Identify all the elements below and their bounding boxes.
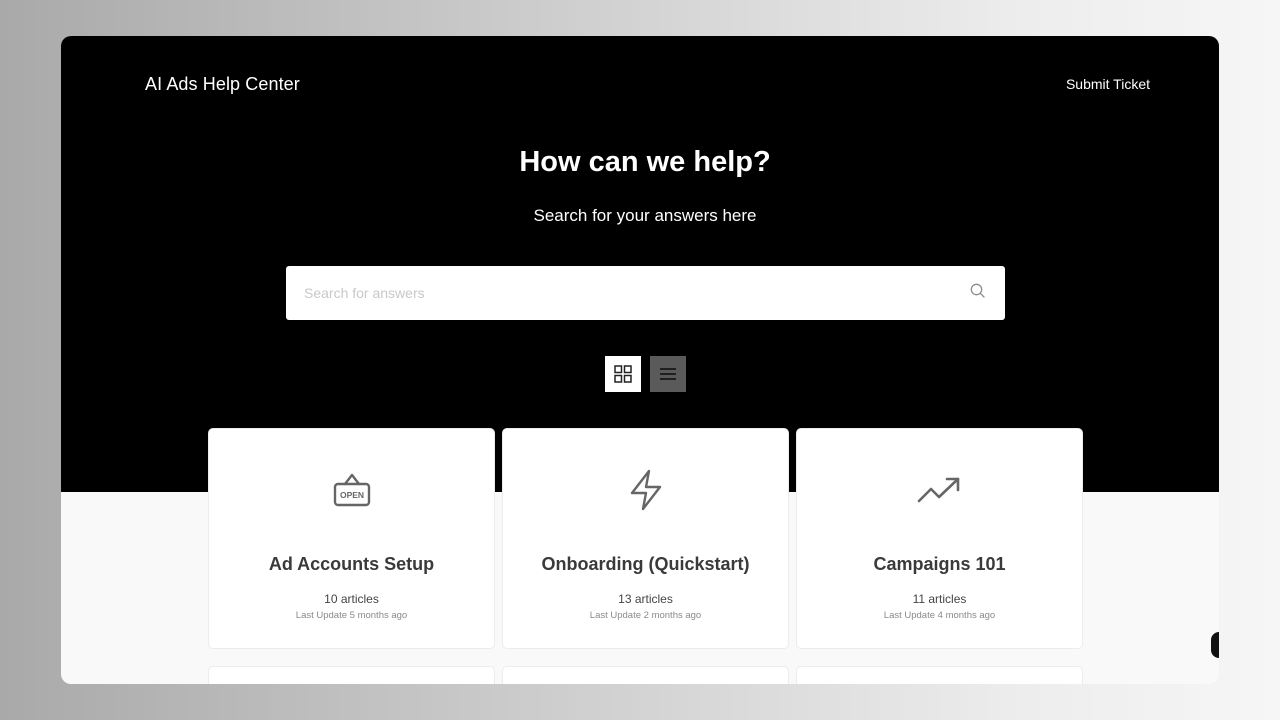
last-update: Last Update 5 months ago [295, 610, 408, 621]
lightning-bolt-icon [630, 469, 661, 511]
category-card-campaigns-101[interactable]: Campaigns 101 11 articles Last Update 4 … [797, 429, 1082, 648]
category-title: Campaigns 101 [873, 554, 1006, 574]
last-update: Last Update 4 months ago [883, 610, 996, 621]
category-card-onboarding[interactable]: Onboarding (Quickstart) 13 articles Last… [503, 429, 788, 648]
hero-title: How can we help? [519, 146, 771, 178]
category-card[interactable] [797, 667, 1082, 684]
list-view-icon [660, 368, 676, 380]
open-sign-icon: OPEN [333, 473, 370, 507]
chat-widget-button[interactable] [1211, 632, 1219, 658]
grid-view-icon [614, 365, 632, 383]
search-icon[interactable] [969, 282, 987, 300]
article-count: 11 articles [912, 592, 967, 606]
grid-view-button[interactable] [605, 356, 641, 392]
help-center-window: AI Ads Help Center Submit Ticket How can… [61, 36, 1219, 684]
article-count: 10 articles [324, 592, 379, 606]
list-view-button[interactable] [650, 356, 686, 392]
category-title: Ad Accounts Setup [268, 554, 435, 574]
last-update: Last Update 2 months ago [589, 610, 702, 621]
svg-text:OPEN: OPEN [339, 490, 363, 500]
hero-section: AI Ads Help Center Submit Ticket How can… [61, 36, 1219, 492]
category-card-ad-accounts-setup[interactable]: OPEN Ad Accounts Setup 10 articles Last … [209, 429, 494, 648]
brand-title[interactable]: AI Ads Help Center [145, 74, 300, 95]
search-bar [286, 266, 1005, 320]
category-card[interactable] [209, 667, 494, 684]
article-count: 13 articles [618, 592, 673, 606]
category-card[interactable] [503, 667, 788, 684]
trending-up-icon [917, 477, 959, 503]
category-title: Onboarding (Quickstart) [541, 554, 750, 574]
submit-ticket-link[interactable]: Submit Ticket [1066, 76, 1150, 92]
hero-subtitle: Search for your answers here [533, 206, 757, 225]
search-input[interactable] [304, 266, 944, 320]
